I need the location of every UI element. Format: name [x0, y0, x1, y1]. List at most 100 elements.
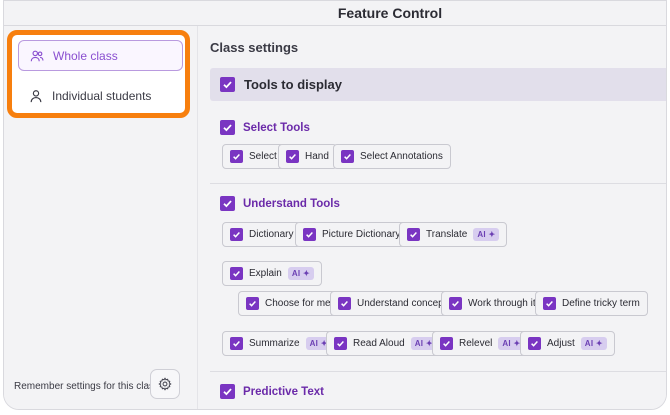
- tool-label: Hand: [305, 151, 329, 162]
- explain-option-define-tricky-term[interactable]: Define tricky term: [535, 291, 648, 316]
- check-icon: [233, 271, 240, 277]
- ai-badge-text: AI: [291, 269, 301, 278]
- tools-to-display-label: Tools to display: [244, 77, 342, 92]
- tool-chip-translate[interactable]: Translate AI ✦: [399, 222, 508, 247]
- predictive-text-checkbox[interactable]: [220, 384, 235, 399]
- explain-option-choose-for-me[interactable]: Choose for me: [238, 291, 339, 316]
- tool-checkbox[interactable]: [303, 228, 316, 241]
- users-icon: [30, 50, 44, 61]
- check-icon: [233, 232, 240, 238]
- ai-badge-text: AI: [414, 339, 424, 348]
- remember-settings-button[interactable]: [150, 369, 180, 399]
- tool-checkbox[interactable]: [449, 297, 462, 310]
- tool-checkbox[interactable]: [440, 337, 453, 350]
- tool-label: Summarize: [249, 338, 300, 349]
- check-icon: [337, 341, 344, 347]
- check-icon: [344, 154, 351, 160]
- tool-checkbox[interactable]: [407, 228, 420, 241]
- ai-badge-text: AI: [584, 339, 594, 348]
- sidebar-item-whole-class[interactable]: Whole class: [18, 40, 183, 71]
- tool-label: Select: [249, 151, 277, 162]
- tool-label: Dictionary: [249, 229, 294, 240]
- predictive-text-header[interactable]: Predictive Text: [220, 384, 324, 399]
- title-bar: Feature Control: [4, 1, 666, 26]
- tool-checkbox[interactable]: [341, 150, 354, 163]
- tool-label: Picture Dictionary: [322, 229, 401, 240]
- tool-chip-read-aloud[interactable]: Read Aloud AI ✦: [326, 331, 445, 356]
- ai-badge-text: AI: [477, 230, 486, 239]
- tool-label: Select Annotations: [360, 151, 443, 162]
- tool-chip-explain[interactable]: Explain AI ✦: [222, 261, 322, 286]
- sidebar-item-label: Whole class: [53, 48, 118, 63]
- ai-badge-text: AI: [502, 339, 511, 348]
- tools-to-display-checkbox[interactable]: [220, 77, 235, 92]
- tool-checkbox[interactable]: [334, 337, 347, 350]
- tool-checkbox[interactable]: [230, 267, 243, 280]
- check-icon: [223, 124, 232, 132]
- tool-checkbox[interactable]: [528, 337, 541, 350]
- tool-label: Work through it: [468, 298, 536, 309]
- tool-label: Translate: [426, 229, 468, 240]
- check-icon: [249, 301, 256, 307]
- select-tools-title: Select Tools: [243, 121, 310, 134]
- section-divider: [210, 183, 666, 184]
- tools-to-display-banner[interactable]: Tools to display: [210, 68, 666, 101]
- sidebar-item-individual-students[interactable]: Individual students: [18, 80, 183, 111]
- understand-tools-header[interactable]: Understand Tools: [220, 196, 340, 211]
- ai-badge: AI ✦: [580, 337, 607, 350]
- gear-icon: [158, 377, 172, 391]
- check-icon: [223, 81, 232, 89]
- window-title: Feature Control: [337, 5, 443, 21]
- tool-checkbox[interactable]: [286, 150, 299, 163]
- tool-label: Choose for me: [265, 298, 331, 309]
- check-icon: [223, 388, 232, 396]
- check-icon: [233, 154, 240, 160]
- tool-chip-select-annotations[interactable]: Select Annotations: [333, 144, 451, 169]
- check-icon: [341, 301, 348, 307]
- ai-badge-text: AI: [309, 339, 319, 348]
- tool-label: Define tricky term: [562, 298, 640, 309]
- check-icon: [546, 301, 553, 307]
- sidebar-highlight-box: Whole class Individual students: [7, 30, 190, 118]
- check-icon: [306, 232, 313, 238]
- tool-chip-summarize[interactable]: Summarize AI ✦: [222, 331, 340, 356]
- ai-badge: AI ✦: [473, 228, 500, 241]
- select-tools-checkbox[interactable]: [220, 120, 235, 135]
- understand-tools-checkbox[interactable]: [220, 196, 235, 211]
- check-icon: [223, 200, 232, 208]
- sidebar-item-label: Individual students: [52, 88, 152, 103]
- tool-checkbox[interactable]: [230, 228, 243, 241]
- tool-label: Adjust: [547, 338, 575, 349]
- tool-checkbox[interactable]: [246, 297, 259, 310]
- main-panel: Class settings Tools to display Select T…: [197, 26, 666, 409]
- tool-chip-picture-dictionary[interactable]: Picture Dictionary: [295, 222, 409, 247]
- explain-option-understand-concept[interactable]: Understand concept: [330, 291, 455, 316]
- explain-option-work-through-it[interactable]: Work through it: [441, 291, 544, 316]
- tool-label: Explain: [249, 268, 282, 279]
- remember-settings-label: Remember settings for this class: [14, 381, 160, 392]
- tool-label: Read Aloud: [353, 338, 405, 349]
- tool-chip-adjust[interactable]: Adjust AI ✦: [520, 331, 615, 356]
- tool-checkbox[interactable]: [338, 297, 351, 310]
- select-tools-header[interactable]: Select Tools: [220, 120, 310, 135]
- check-icon: [289, 154, 296, 160]
- tool-checkbox[interactable]: [543, 297, 556, 310]
- tool-chip-relevel[interactable]: Relevel AI ✦: [432, 331, 533, 356]
- sidebar: Whole class Individual students Remember…: [4, 26, 194, 409]
- tool-label: Relevel: [459, 338, 493, 349]
- check-icon: [531, 341, 538, 347]
- page-title: Class settings: [210, 40, 299, 55]
- tool-chip-hand[interactable]: Hand: [278, 144, 337, 169]
- understand-tools-title: Understand Tools: [243, 197, 340, 210]
- check-icon: [233, 341, 240, 347]
- user-icon: [30, 89, 42, 102]
- tool-chip-dictionary[interactable]: Dictionary: [222, 222, 302, 247]
- tool-label: Understand concept: [357, 298, 447, 309]
- predictive-text-title: Predictive Text: [243, 385, 324, 398]
- check-icon: [443, 341, 450, 347]
- check-icon: [410, 232, 417, 238]
- tool-checkbox[interactable]: [230, 337, 243, 350]
- tool-checkbox[interactable]: [230, 150, 243, 163]
- tool-chip-select[interactable]: Select: [222, 144, 285, 169]
- ai-badge: AI ✦: [287, 267, 314, 280]
